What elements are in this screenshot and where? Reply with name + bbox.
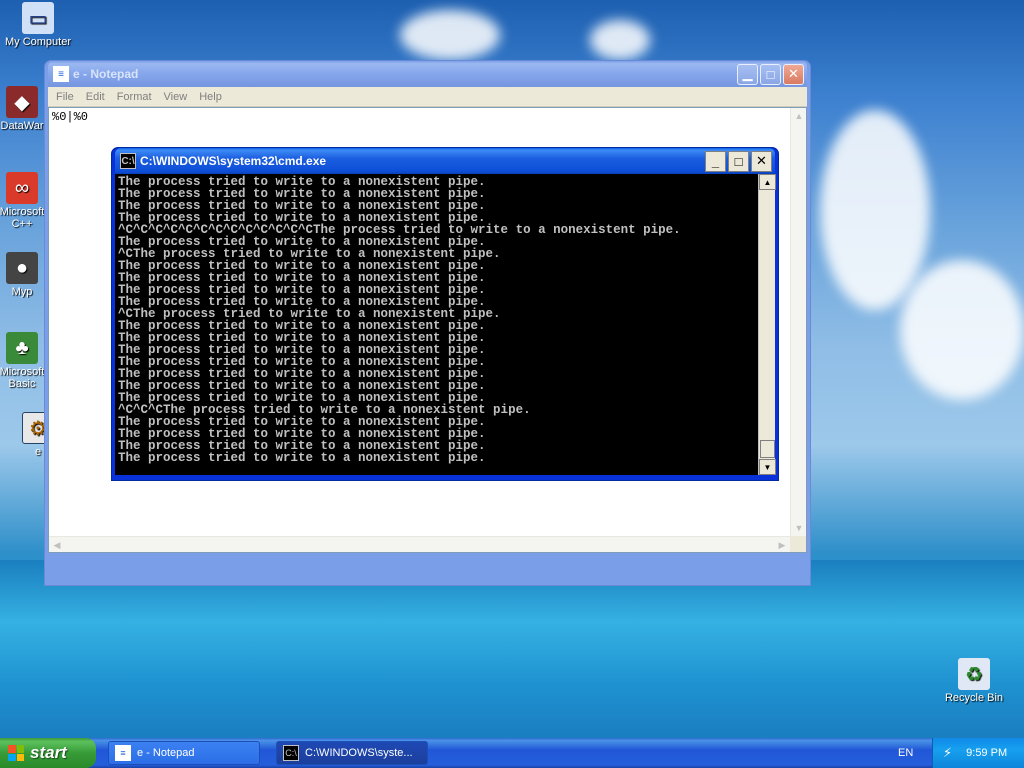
menu-file[interactable]: File <box>50 91 80 103</box>
scroll-thumb[interactable] <box>760 440 775 458</box>
minimize-button[interactable]: _ <box>705 150 726 172</box>
desktop-icon-datawar[interactable]: ◆ DataWar <box>0 86 50 132</box>
resize-grip[interactable] <box>790 536 806 552</box>
notepad-content[interactable]: %0|%0 <box>49 108 806 126</box>
cmd-vertical-scrollbar[interactable]: ▲ ▼ <box>758 174 776 475</box>
cmd-console[interactable]: The process tried to write to a nonexist… <box>115 174 776 475</box>
desktop-icon-recycle-bin[interactable]: ♻ Recycle Bin <box>936 658 1012 704</box>
scroll-right-icon[interactable]: ▶ <box>774 537 790 553</box>
scroll-left-icon[interactable]: ◀ <box>49 537 65 553</box>
desktop-icon-label: DataWar <box>0 120 44 132</box>
cmd-title-bar[interactable]: C:\ C:\WINDOWS\system32\cmd.exe _ □ ✕ <box>115 148 775 174</box>
desktop-icon-label: Microsoft C++ <box>0 206 45 230</box>
app-shortcut-icon: ◆ <box>6 86 38 118</box>
desktop-icon-label: Myp <box>11 286 33 298</box>
start-label: start <box>30 743 67 762</box>
desktop-icon-my-computer[interactable]: ▭ My Computer <box>0 2 76 48</box>
cloud <box>820 110 930 310</box>
system-tray: ⚡ 9:59 PM <box>932 738 1024 768</box>
minimize-button[interactable]: ▁ <box>737 63 758 85</box>
cmd-title: C:\WINDOWS\system32\cmd.exe <box>140 154 327 168</box>
recycle-bin-icon: ♻ <box>958 658 990 690</box>
language-indicator[interactable]: EN <box>898 747 913 759</box>
notepad-vertical-scrollbar[interactable]: ▲ ▼ <box>790 108 806 536</box>
taskbar-item-notepad[interactable]: ≡ e - Notepad <box>108 741 260 765</box>
scroll-down-icon[interactable]: ▼ <box>759 459 776 475</box>
cmd-icon: C:\ <box>120 153 136 169</box>
notepad-title-bar[interactable]: ≡ e - Notepad ▁ □ ✕ <box>48 61 807 87</box>
desktop-icon-label: Recycle Bin <box>944 692 1004 704</box>
menu-help[interactable]: Help <box>193 91 228 103</box>
scroll-down-icon[interactable]: ▼ <box>791 520 807 536</box>
network-icon[interactable]: ⚡ <box>943 745 952 761</box>
notepad-menu-bar: File Edit Format View Help <box>48 87 807 107</box>
console-line: The process tried to write to a nonexist… <box>118 451 486 465</box>
desktop-icon-microsoft-basic[interactable]: ♣ Microsoft Basic <box>0 332 50 390</box>
menu-view[interactable]: View <box>158 91 194 103</box>
desktop-icon-label: My Computer <box>4 36 72 48</box>
task-label: C:\WINDOWS\syste... <box>305 747 413 759</box>
notepad-icon: ≡ <box>115 745 131 761</box>
cloud <box>590 20 650 60</box>
desktop-icon-myp[interactable]: ● Myp <box>0 252 44 298</box>
start-button[interactable]: start <box>0 738 96 768</box>
taskbar-item-cmd[interactable]: C:\ C:\WINDOWS\syste... <box>276 741 428 765</box>
menu-edit[interactable]: Edit <box>80 91 111 103</box>
maximize-button[interactable]: □ <box>760 63 781 85</box>
scroll-up-icon[interactable]: ▲ <box>759 174 776 190</box>
close-button[interactable]: ✕ <box>751 150 772 172</box>
scroll-up-icon[interactable]: ▲ <box>791 108 807 124</box>
task-label: e - Notepad <box>137 747 195 759</box>
sea <box>0 560 1024 768</box>
notepad-title: e - Notepad <box>73 67 139 81</box>
notepad-horizontal-scrollbar[interactable]: ◀ ▶ <box>49 536 790 552</box>
clock[interactable]: 9:59 PM <box>966 747 1007 759</box>
cloud <box>400 10 500 60</box>
notepad-icon: ≡ <box>53 66 69 82</box>
cloud <box>900 260 1024 400</box>
desktop-icon-label: Microsoft Basic <box>0 366 45 390</box>
close-button[interactable]: ✕ <box>783 63 804 85</box>
desktop-icon-microsoft-cpp[interactable]: ∞ Microsoft C++ <box>0 172 50 230</box>
visual-basic-icon: ♣ <box>6 332 38 364</box>
visual-cpp-icon: ∞ <box>6 172 38 204</box>
maximize-button[interactable]: □ <box>728 150 749 172</box>
menu-format[interactable]: Format <box>111 91 158 103</box>
computer-icon: ▭ <box>22 2 54 34</box>
windows-logo-icon <box>8 745 24 761</box>
cmd-icon: C:\ <box>283 745 299 761</box>
cmd-output: The process tried to write to a nonexist… <box>115 174 775 475</box>
cmd-window[interactable]: C:\ C:\WINDOWS\system32\cmd.exe _ □ ✕ Th… <box>111 147 779 481</box>
raccoon-icon: ● <box>6 252 38 284</box>
taskbar: start ≡ e - Notepad C:\ C:\WINDOWS\syste… <box>0 738 1024 768</box>
